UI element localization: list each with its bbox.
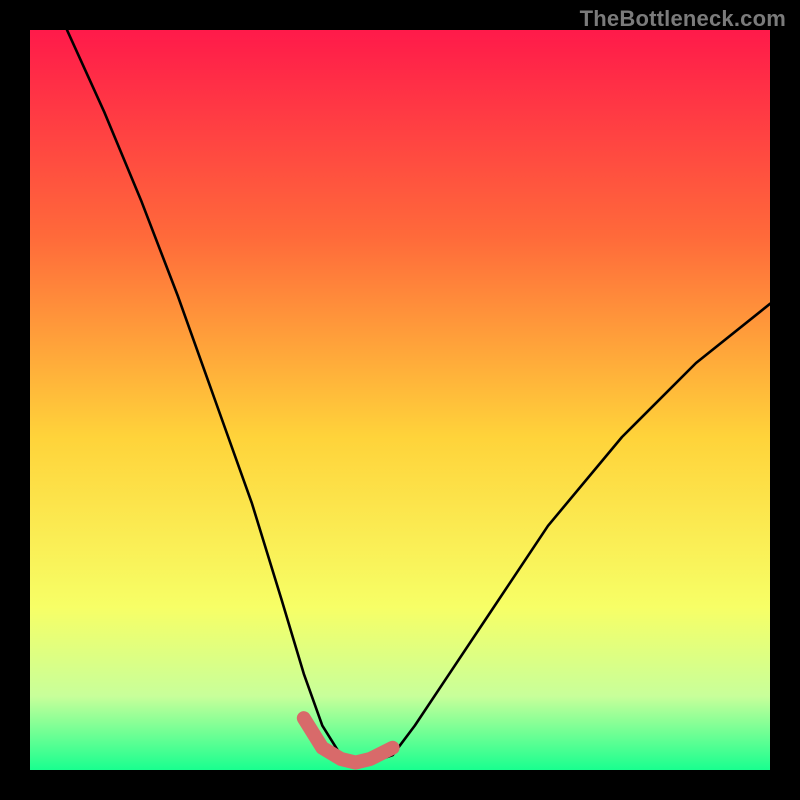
bottleneck-chart: [30, 30, 770, 770]
chart-frame: TheBottleneck.com: [0, 0, 800, 800]
watermark-label: TheBottleneck.com: [580, 6, 786, 32]
